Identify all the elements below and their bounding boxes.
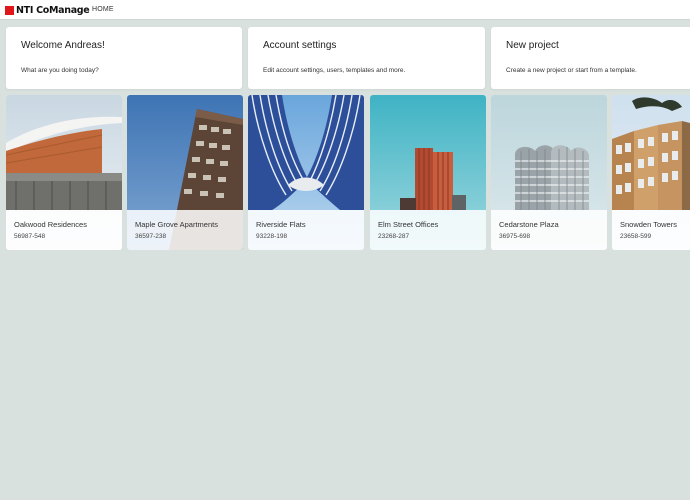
new-project-card[interactable]: New project Create a new project or star… <box>491 27 690 89</box>
project-info: Riverside Flats 93228-198 <box>248 210 364 250</box>
project-info: Maple Grove Apartments 36597-238 <box>127 210 243 250</box>
account-settings-title: Account settings <box>263 40 337 51</box>
account-settings-card[interactable]: Account settings Edit account settings, … <box>248 27 485 89</box>
new-project-subtitle: Create a new project or start from a tem… <box>506 67 637 74</box>
project-name: Maple Grove Apartments <box>135 220 218 229</box>
welcome-subtitle: What are you doing today? <box>21 67 99 74</box>
project-name: Oakwood Residences <box>14 220 87 229</box>
project-card-cedarstone-plaza[interactable]: Cedarstone Plaza 36975-698 <box>491 95 607 250</box>
welcome-title: Welcome Andreas! <box>21 40 105 51</box>
project-card-riverside-flats[interactable]: Riverside Flats 93228-198 <box>248 95 364 250</box>
project-code: 36597-238 <box>135 233 167 240</box>
project-info: Snowden Towers 23658-599 <box>612 210 690 250</box>
project-name: Cedarstone Plaza <box>499 220 559 229</box>
welcome-card: Welcome Andreas! What are you doing toda… <box>6 27 242 89</box>
project-code: 23268-287 <box>378 233 410 240</box>
project-code: 36975-698 <box>499 233 531 240</box>
project-info: Cedarstone Plaza 36975-698 <box>491 210 607 250</box>
account-settings-subtitle: Edit account settings, users, templates … <box>263 67 406 74</box>
project-code: 56987-548 <box>14 233 46 240</box>
project-info: Elm Street Offices 23268-287 <box>370 210 486 250</box>
nti-logo[interactable]: NTI CoManage <box>5 4 90 16</box>
project-name: Snowden Towers <box>620 220 677 229</box>
logo-mark-icon <box>5 5 14 15</box>
app-name: NTI CoManage <box>16 4 90 16</box>
project-card-elm-street-offices[interactable]: Elm Street Offices 23268-287 <box>370 95 486 250</box>
top-bar: NTI CoManage HOME <box>0 0 690 20</box>
project-card-oakwood-residences[interactable]: Oakwood Residences 56987-548 <box>6 95 122 250</box>
project-code: 93228-198 <box>256 233 288 240</box>
project-name: Riverside Flats <box>256 220 306 229</box>
project-info: Oakwood Residences 56987-548 <box>6 210 122 250</box>
project-card-maple-grove-apartments[interactable]: Maple Grove Apartments 36597-238 <box>127 95 243 250</box>
project-name: Elm Street Offices <box>378 220 439 229</box>
project-code: 23658-599 <box>620 233 652 240</box>
project-card-snowden-towers[interactable]: Snowden Towers 23658-599 <box>612 95 690 250</box>
nav-home-link[interactable]: HOME <box>92 6 114 13</box>
new-project-title: New project <box>506 40 559 51</box>
